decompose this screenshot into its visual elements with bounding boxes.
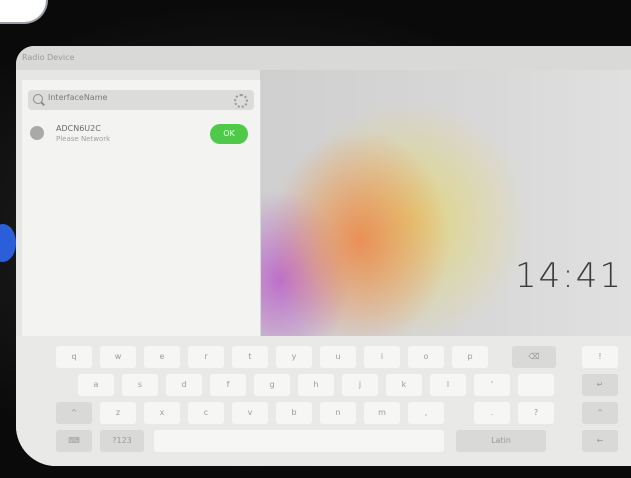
keyboard-row-3: ^ z x c v b n m , . ? ^: [16, 402, 631, 426]
key-m[interactable]: m: [364, 402, 400, 424]
clock: 14:41: [515, 256, 623, 296]
key-comma[interactable]: ,: [408, 402, 444, 424]
key-q[interactable]: q: [56, 346, 92, 368]
key-t[interactable]: t: [232, 346, 268, 368]
key-r[interactable]: r: [188, 346, 224, 368]
key-y[interactable]: y: [276, 346, 312, 368]
key-d[interactable]: d: [166, 374, 202, 396]
key-v[interactable]: v: [232, 402, 268, 424]
key-g[interactable]: g: [254, 374, 290, 396]
enter-key[interactable]: ↵: [582, 374, 618, 396]
key-question[interactable]: ?: [518, 402, 554, 424]
key-apostrophe[interactable]: ': [474, 374, 510, 396]
on-screen-keyboard: q w e r t y u i o p ⌫ ! a s d f g h j k …: [16, 336, 631, 466]
key-l[interactable]: l: [430, 374, 466, 396]
key-w[interactable]: w: [100, 346, 136, 368]
search-icon: [33, 94, 43, 104]
device-icon: [30, 126, 44, 140]
key-a[interactable]: a: [78, 374, 114, 396]
key-exclaim[interactable]: !: [582, 346, 618, 368]
gear-icon[interactable]: [234, 94, 248, 108]
device-name: ADCN6U2C: [56, 124, 101, 133]
shift-key-left[interactable]: ^: [56, 402, 92, 424]
key-i[interactable]: i: [364, 346, 400, 368]
backspace-key[interactable]: ⌫: [512, 346, 556, 368]
key-k[interactable]: k: [386, 374, 422, 396]
language-key[interactable]: Latin: [456, 430, 546, 452]
list-item[interactable]: ADCN6U2C Please Network OK: [28, 120, 254, 150]
key-b[interactable]: b: [276, 402, 312, 424]
search-input[interactable]: InterfaceName: [48, 93, 107, 102]
tablet-screen: Radio Device 14:41 InterfaceName ADCN6U2…: [16, 46, 631, 466]
symbols-key[interactable]: ?123: [100, 430, 144, 452]
key-f[interactable]: f: [210, 374, 246, 396]
key-blank[interactable]: [518, 374, 554, 396]
key-s[interactable]: s: [122, 374, 158, 396]
key-z[interactable]: z: [100, 402, 136, 424]
key-e[interactable]: e: [144, 346, 180, 368]
device-subtitle: Please Network: [56, 135, 111, 143]
status-bar-title: Radio Device: [22, 53, 75, 62]
keyboard-row-2: a s d f g h j k l ' ↵: [16, 374, 631, 398]
keyboard-toggle-key[interactable]: ⌨: [56, 430, 92, 452]
key-j[interactable]: j: [342, 374, 378, 396]
status-bar: Radio Device: [16, 46, 631, 70]
keyboard-row-1: q w e r t y u i o p ⌫ !: [16, 346, 631, 370]
keyboard-row-4: ⌨ ?123 Latin ←: [16, 430, 631, 454]
key-u[interactable]: u: [320, 346, 356, 368]
shift-key-right[interactable]: ^: [582, 402, 618, 424]
key-h[interactable]: h: [298, 374, 334, 396]
space-key[interactable]: [154, 430, 444, 452]
key-c[interactable]: c: [188, 402, 224, 424]
network-panel: InterfaceName ADCN6U2C Please Network OK: [22, 80, 261, 352]
key-x[interactable]: x: [144, 402, 180, 424]
key-left[interactable]: ←: [582, 430, 618, 452]
key-p[interactable]: p: [452, 346, 488, 368]
ok-button[interactable]: OK: [210, 124, 248, 144]
wallpaper: 14:41: [260, 70, 631, 352]
key-n[interactable]: n: [320, 402, 356, 424]
key-period[interactable]: .: [474, 402, 510, 424]
search-field[interactable]: InterfaceName: [28, 90, 254, 110]
key-o[interactable]: o: [408, 346, 444, 368]
